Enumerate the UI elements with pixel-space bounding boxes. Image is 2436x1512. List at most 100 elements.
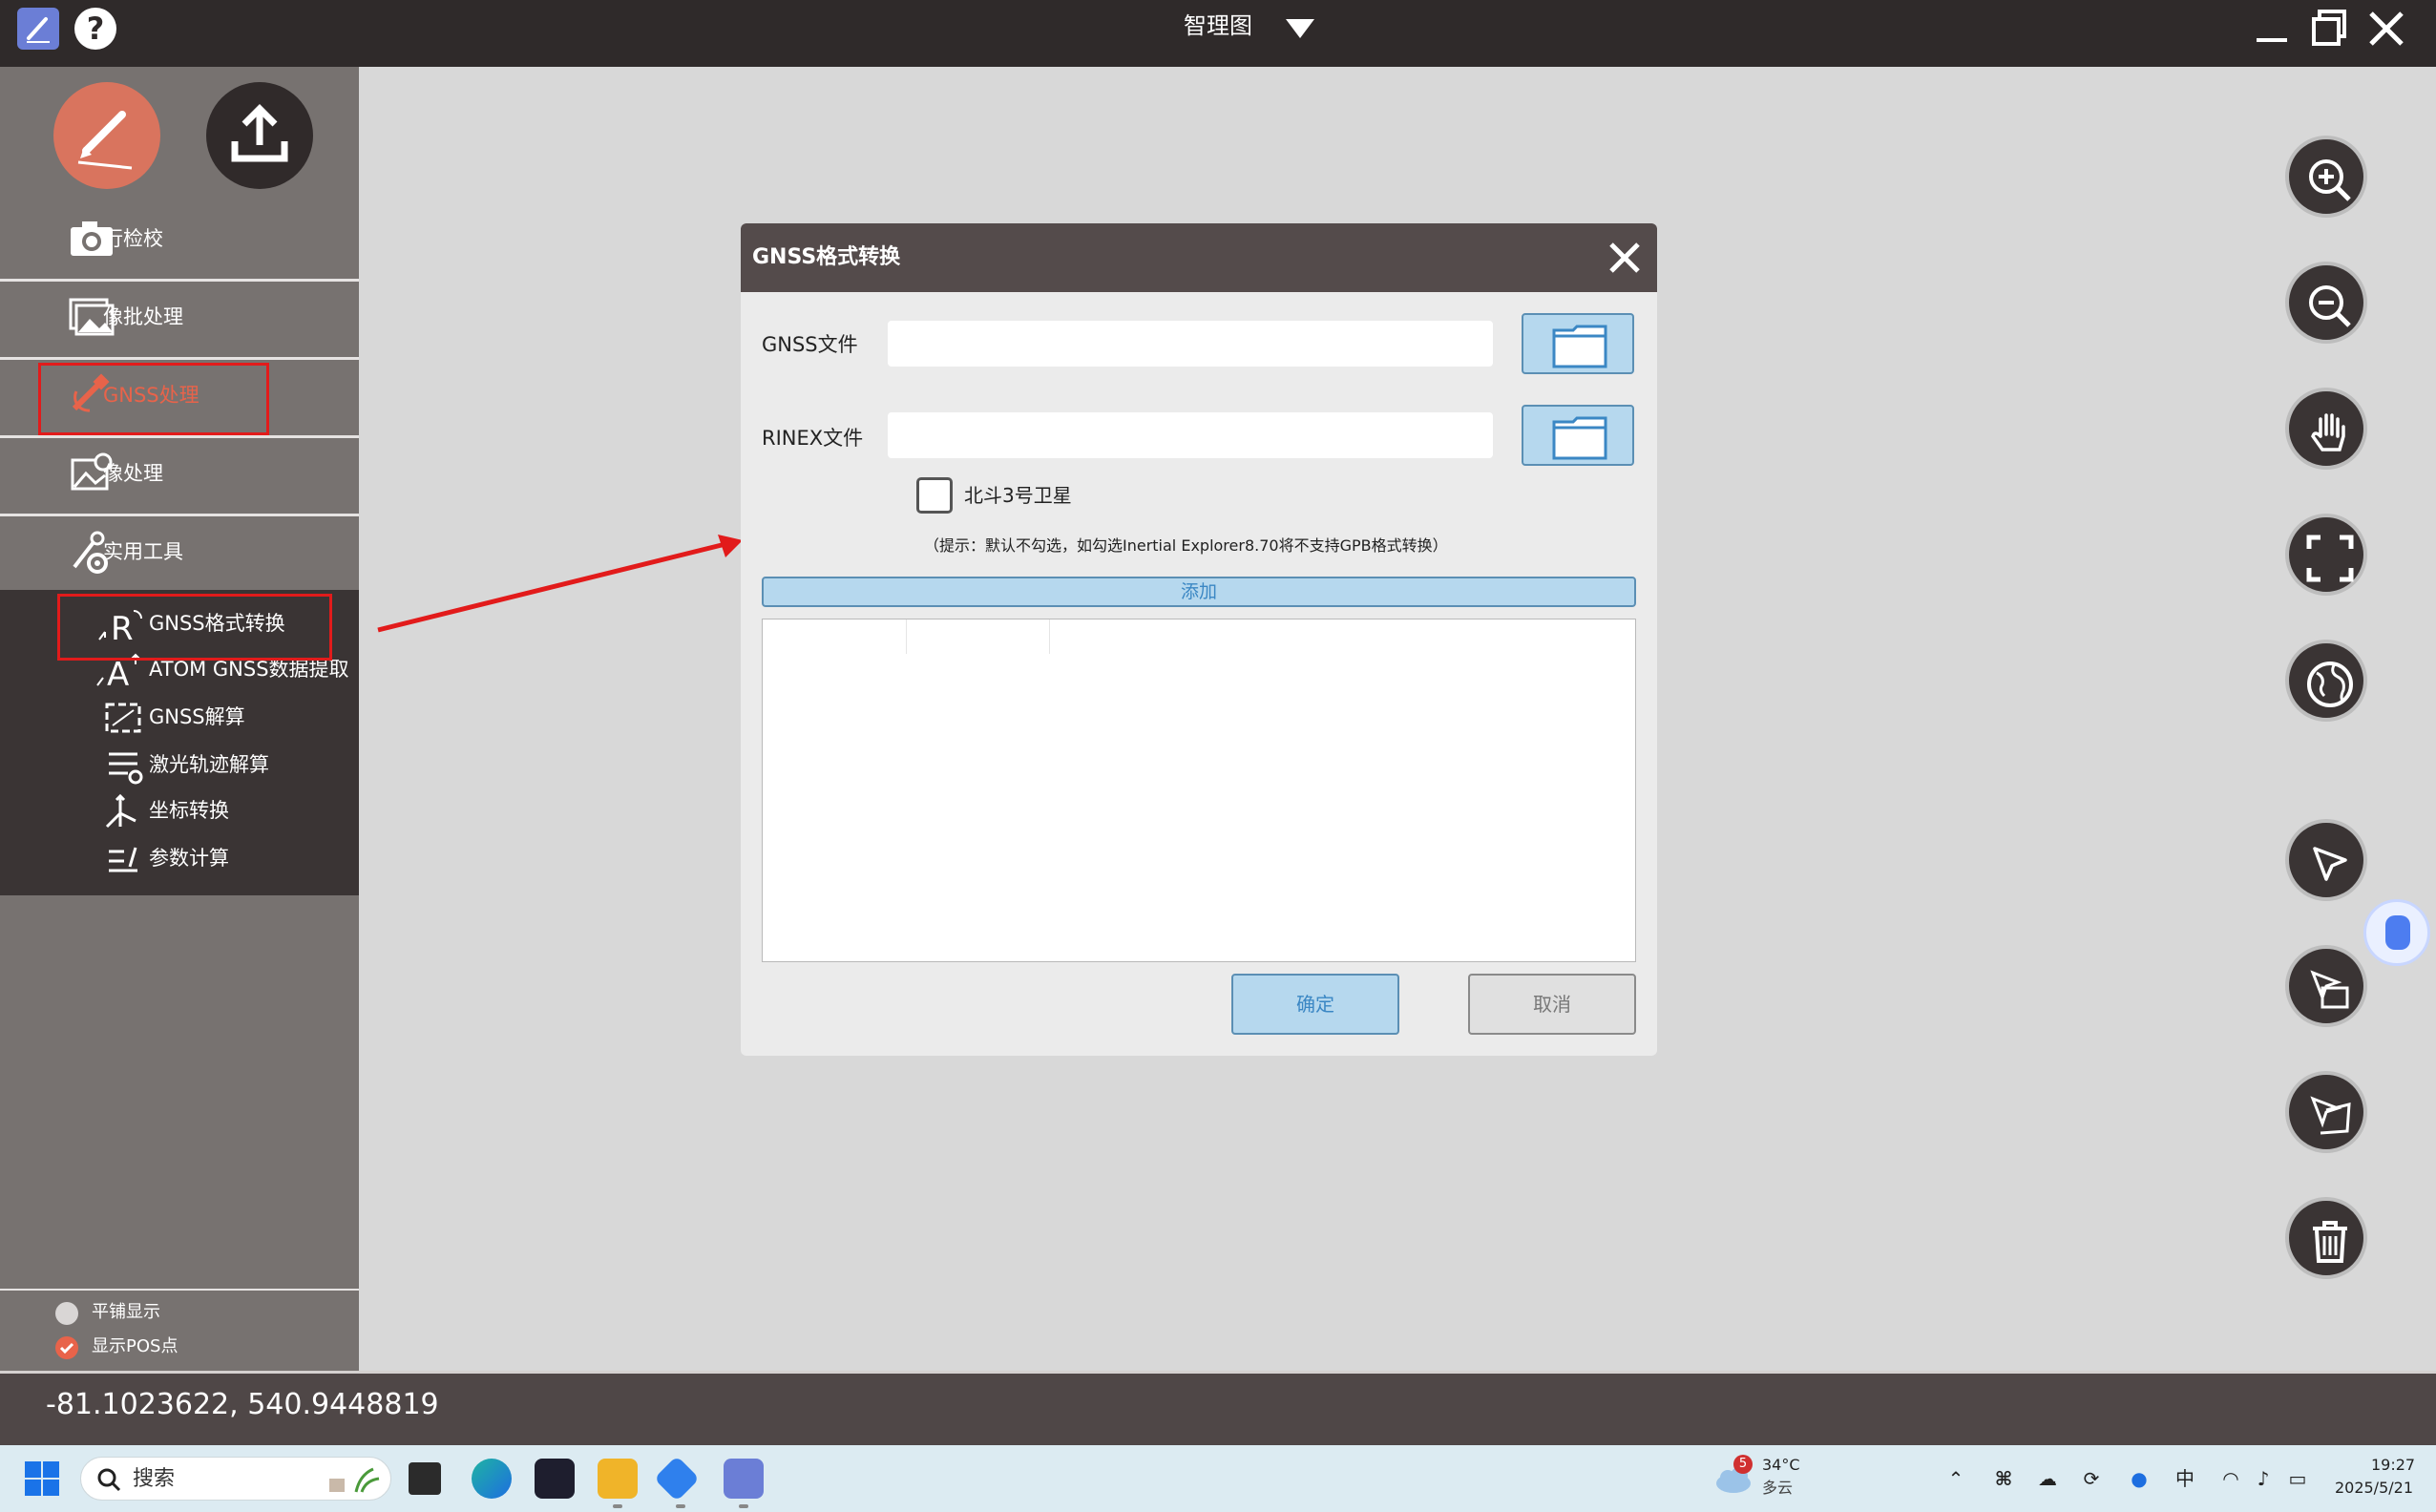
polygon-select-icon bbox=[2310, 1096, 2351, 1135]
help-icon[interactable]: ? bbox=[74, 8, 116, 50]
taskbar: 搜索 5 34°C 多云 ⌃ ⌘ ☁ ⟳ ● 中 ◠ ♪ ▭ 19:27 202… bbox=[0, 1445, 2436, 1512]
coordinate-icon bbox=[105, 793, 136, 829]
status-bar: -81.1023622, 540.9448819 bbox=[0, 1371, 2436, 1445]
sidebar-item-label: 像批处理 bbox=[103, 305, 183, 328]
gnss-file-browse-button[interactable] bbox=[1522, 313, 1634, 374]
sidebar-item-image-batch[interactable]: 像批处理 bbox=[0, 279, 359, 355]
onedrive-icon[interactable]: ☁ bbox=[2033, 1464, 2062, 1493]
tray-app-icon[interactable]: ⌘ bbox=[1989, 1464, 2018, 1493]
sidebar-item-tools[interactable]: 实用工具 bbox=[0, 514, 359, 590]
annotation-arrow-icon bbox=[377, 535, 743, 633]
maximize-button[interactable] bbox=[2306, 6, 2352, 52]
upload-icon bbox=[231, 104, 288, 162]
rinex-file-label: RINEX文件 bbox=[762, 427, 864, 450]
close-icon bbox=[1609, 242, 1640, 273]
running-indicator bbox=[613, 1504, 622, 1508]
search-highlight-icon bbox=[329, 1467, 380, 1493]
floating-mouse-icon[interactable] bbox=[2363, 899, 2430, 966]
ok-button[interactable]: 确定 bbox=[1231, 974, 1399, 1035]
running-indicator bbox=[739, 1504, 748, 1508]
check-circle-icon bbox=[55, 1302, 78, 1325]
submenu-item-label: GNSS解算 bbox=[149, 705, 245, 728]
clock-date[interactable]: 2025/5/21 bbox=[2333, 1478, 2413, 1499]
cursor-icon bbox=[2313, 847, 2347, 881]
sidebar-item-label: 像处理 bbox=[103, 462, 163, 485]
rinex-file-browse-button[interactable] bbox=[1522, 405, 1634, 466]
minimize-button[interactable] bbox=[2249, 6, 2295, 52]
submenu-item-parameter[interactable]: 参数计算 bbox=[95, 836, 359, 878]
select-button[interactable] bbox=[2285, 819, 2367, 901]
ime-indicator[interactable]: 中 bbox=[2171, 1464, 2199, 1493]
polygon-select-button[interactable] bbox=[2285, 1071, 2367, 1153]
close-window-button[interactable] bbox=[2363, 6, 2409, 52]
svg-text:A: A bbox=[107, 656, 129, 689]
weather-temperature: 34°C bbox=[1762, 1456, 1800, 1474]
submenu-item-label: 坐标转换 bbox=[149, 799, 229, 822]
gnss-file-input[interactable] bbox=[888, 321, 1493, 367]
lark-app-icon[interactable] bbox=[653, 1455, 701, 1502]
dialog-close-button[interactable] bbox=[1602, 235, 1648, 281]
wifi-icon[interactable]: ◠ bbox=[2216, 1464, 2245, 1493]
task-view-icon[interactable] bbox=[409, 1462, 441, 1495]
beidou3-checkbox[interactable] bbox=[916, 477, 953, 514]
hand-icon bbox=[2311, 413, 2345, 452]
sync-icon[interactable]: ⟳ bbox=[2077, 1464, 2106, 1493]
submenu-item-label: 激光轨迹解算 bbox=[149, 753, 269, 776]
cancel-button[interactable]: 取消 bbox=[1468, 974, 1636, 1035]
column-divider[interactable] bbox=[906, 620, 907, 654]
edge-browser-icon[interactable] bbox=[472, 1459, 512, 1499]
folder-icon bbox=[1552, 325, 1607, 368]
volume-icon[interactable]: ♪ bbox=[2249, 1464, 2278, 1493]
check-circle-icon bbox=[55, 1336, 78, 1359]
app-logo-icon bbox=[17, 8, 59, 50]
sidebar-item-label: 实用工具 bbox=[103, 540, 183, 563]
globe-button[interactable] bbox=[2285, 640, 2367, 722]
fullscreen-icon bbox=[2306, 535, 2354, 582]
add-button[interactable]: 添加 bbox=[762, 577, 1636, 607]
zoom-out-button[interactable] bbox=[2285, 262, 2367, 344]
gnss-solve-icon bbox=[105, 703, 141, 733]
zoom-out-icon bbox=[2309, 285, 2351, 327]
weather-description: 多云 bbox=[1762, 1479, 1794, 1497]
submenu-item-coordinate[interactable]: 坐标转换 bbox=[95, 788, 359, 830]
sidebar-divider bbox=[0, 1289, 359, 1291]
window-title: 智理图 bbox=[1184, 12, 1252, 39]
file-list[interactable] bbox=[762, 619, 1636, 962]
pan-button[interactable] bbox=[2285, 388, 2367, 470]
search-icon bbox=[97, 1468, 121, 1492]
submenu-item-gnss-solve[interactable]: GNSS解算 bbox=[95, 695, 359, 737]
dialog-title: GNSS格式转换 bbox=[752, 245, 901, 269]
zoom-in-icon bbox=[2309, 159, 2351, 201]
laser-trajectory-icon bbox=[109, 752, 143, 785]
draw-button[interactable] bbox=[53, 82, 160, 189]
delete-button[interactable] bbox=[2285, 1197, 2367, 1279]
taskbar-search[interactable]: 搜索 bbox=[80, 1457, 391, 1501]
option-label: 显示POS点 bbox=[92, 1336, 178, 1356]
network-app-icon[interactable]: ● bbox=[2125, 1464, 2153, 1493]
zhilitu-app-icon[interactable] bbox=[724, 1459, 764, 1499]
battery-icon[interactable]: ▭ bbox=[2283, 1464, 2312, 1493]
sidebar-item-flight-check[interactable]: 行检校 bbox=[0, 200, 359, 277]
hint-text: （提示：默认不勾选，如勾选Inertial Explorer8.70将不支持GP… bbox=[924, 536, 1448, 555]
fullscreen-button[interactable] bbox=[2285, 514, 2367, 596]
column-divider[interactable] bbox=[1049, 620, 1050, 654]
title-dropdown-icon[interactable] bbox=[1286, 19, 1314, 38]
title-bar: ? 智理图 bbox=[0, 0, 2436, 67]
sidebar-item-image-process[interactable]: 像处理 bbox=[0, 435, 359, 512]
highlight-box bbox=[38, 363, 269, 435]
option-label: 平铺显示 bbox=[92, 1302, 160, 1322]
chevron-up-icon[interactable]: ⌃ bbox=[1942, 1464, 1970, 1493]
parameter-icon bbox=[109, 847, 137, 872]
rect-select-button[interactable] bbox=[2285, 945, 2367, 1027]
submenu-item-label: 参数计算 bbox=[149, 847, 229, 870]
file-explorer-icon[interactable] bbox=[598, 1459, 638, 1499]
zoom-in-button[interactable] bbox=[2285, 136, 2367, 218]
rinex-file-input[interactable] bbox=[888, 412, 1493, 458]
search-label: 搜索 bbox=[133, 1467, 176, 1491]
submenu-item-laser-trajectory[interactable]: 激光轨迹解算 bbox=[95, 743, 359, 785]
windows-start-icon[interactable] bbox=[25, 1461, 59, 1496]
clock-time[interactable]: 19:27 bbox=[2371, 1455, 2415, 1476]
terminal-app-icon[interactable] bbox=[535, 1459, 575, 1499]
upload-button[interactable] bbox=[206, 82, 313, 189]
rect-select-icon bbox=[2310, 970, 2349, 1009]
